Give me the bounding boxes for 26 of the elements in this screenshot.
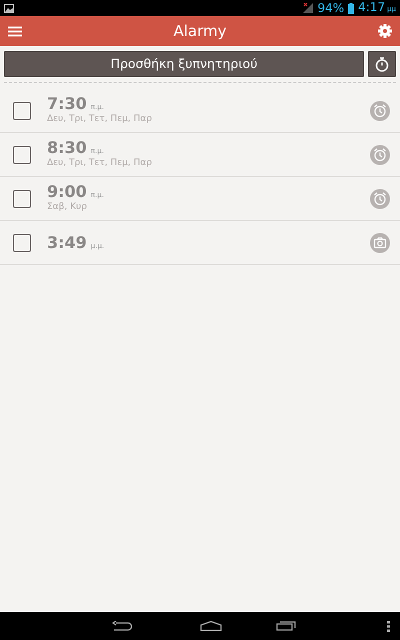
alarm-days: Δευ, Τρι, Τετ, Πεμ, Παρ bbox=[47, 156, 370, 170]
alarm-time: 7:30 bbox=[47, 94, 87, 113]
alarm-time: 8:30 bbox=[47, 138, 87, 157]
settings-icon[interactable] bbox=[378, 24, 392, 38]
alarm-checkbox[interactable] bbox=[13, 102, 31, 120]
add-alarm-button[interactable]: Προσθήκη ξυπνητηριού bbox=[4, 51, 364, 77]
home-icon[interactable] bbox=[200, 621, 222, 631]
alarm-days: Σαβ, Κυρ bbox=[47, 200, 370, 214]
alarm-time: 9:00 bbox=[47, 182, 87, 201]
more-options-icon[interactable] bbox=[387, 620, 390, 632]
stopwatch-icon bbox=[375, 56, 389, 72]
alarm-checkbox[interactable] bbox=[13, 146, 31, 164]
stopwatch-button[interactable] bbox=[368, 51, 396, 77]
back-icon[interactable] bbox=[112, 621, 132, 631]
alarm-checkbox[interactable] bbox=[13, 234, 31, 252]
battery-icon bbox=[348, 2, 354, 14]
menu-icon[interactable] bbox=[8, 26, 22, 36]
picture-notification-icon bbox=[4, 4, 14, 12]
alarm-days: Δευ, Τρι, Τετ, Πεμ, Παρ bbox=[47, 112, 370, 126]
battery-percent: 94% bbox=[317, 0, 344, 16]
app-title: Alarmy bbox=[172, 20, 228, 42]
alarm-time: 3:49 bbox=[47, 234, 87, 252]
recent-apps-icon[interactable] bbox=[276, 621, 296, 631]
signal-icon bbox=[303, 3, 314, 13]
clock-time: 4:17 bbox=[358, 0, 386, 15]
alarm-checkbox[interactable] bbox=[13, 190, 31, 208]
